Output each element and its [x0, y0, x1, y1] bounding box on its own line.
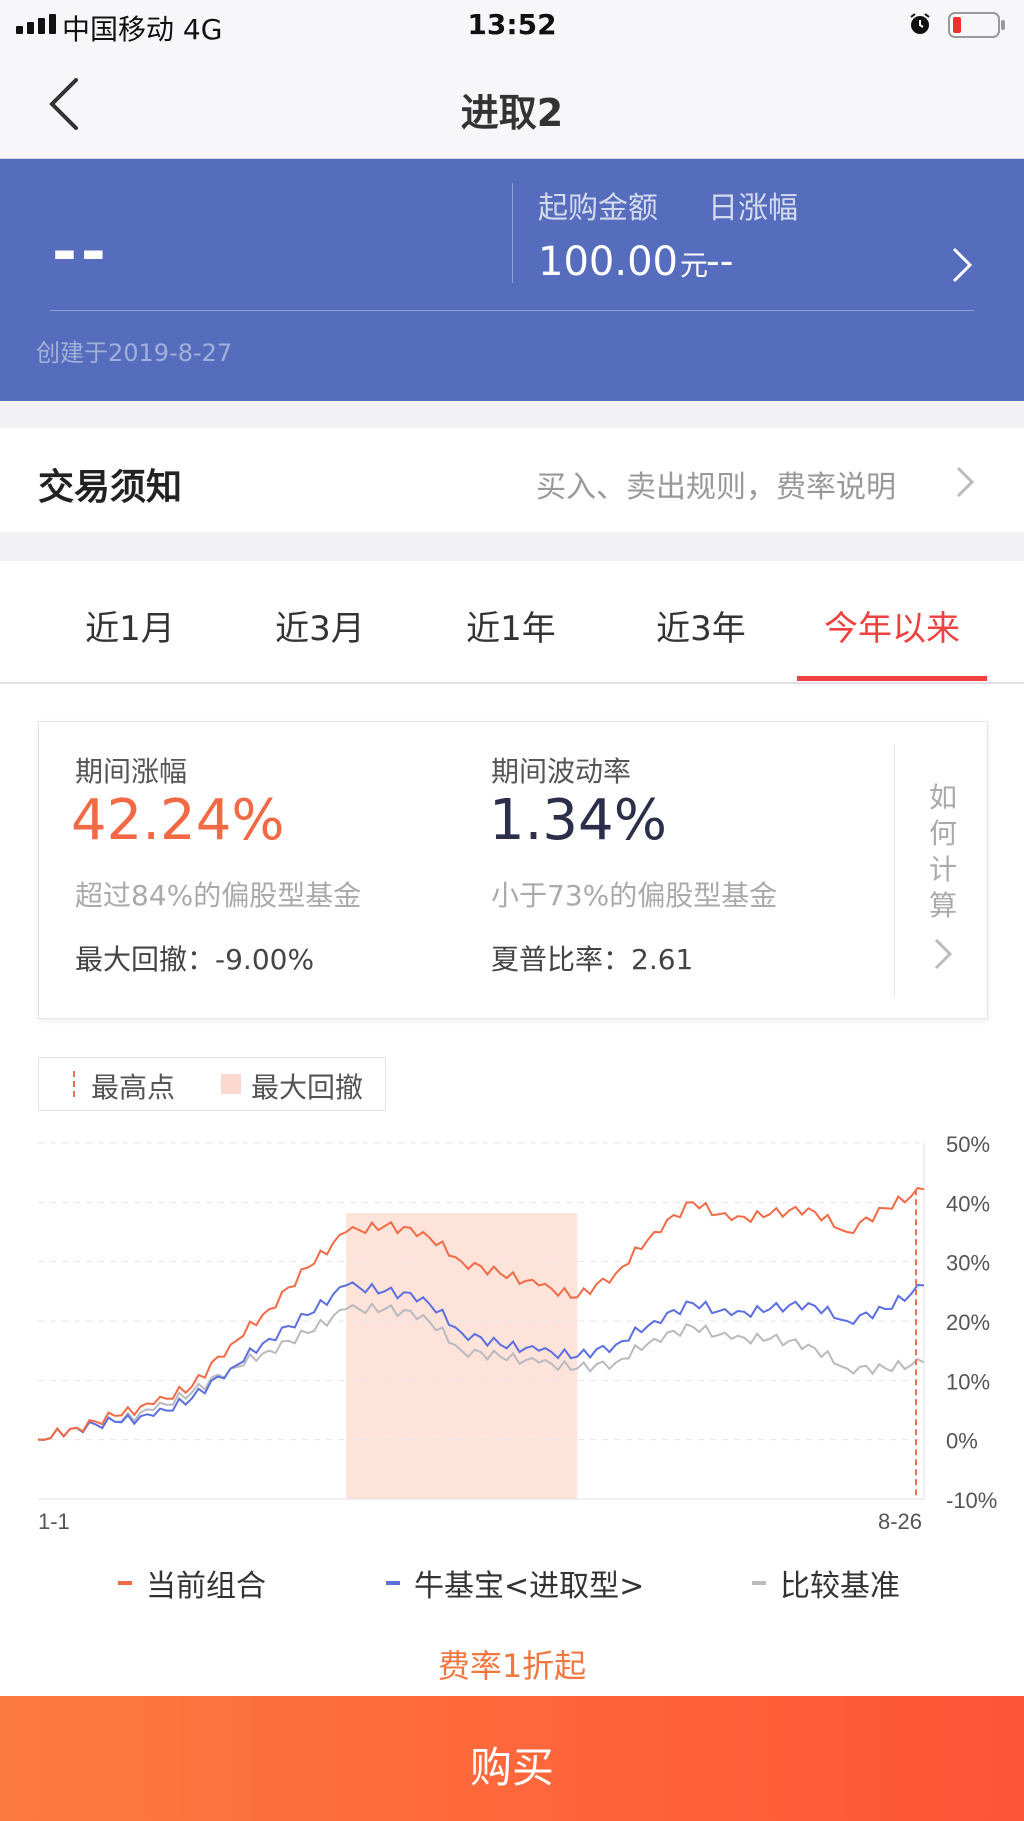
- period-change-value: 42.24%: [71, 788, 285, 853]
- battery-icon: [948, 12, 1005, 38]
- daily-change-label: 日涨幅: [708, 191, 798, 226]
- chevron-right-icon[interactable]: [950, 245, 974, 285]
- trade-notice-row[interactable]: 交易须知 买入、卖出规则，费率说明: [0, 428, 1024, 532]
- legend-item-fund: 牛基宝<进取型>: [386, 1561, 644, 1605]
- chevron-right-icon: [934, 938, 953, 970]
- drawdown-region: [346, 1213, 578, 1499]
- chevron-right-icon: [956, 466, 975, 498]
- volatility-label: 期间波动率: [491, 755, 632, 788]
- how-to-calculate-link[interactable]: 如 何 计 算: [923, 780, 963, 924]
- fee-promo: 费率1折起: [437, 1647, 587, 1685]
- legend-label: 比较基准: [780, 1569, 900, 1604]
- tab-1-year[interactable]: 近1年: [416, 601, 606, 650]
- peak-marker-swatch: [73, 1071, 77, 1097]
- nav-bar: 进取2: [0, 52, 1024, 159]
- period-change-rank: 超过84%的偏股型基金: [75, 879, 362, 912]
- min-purchase-label: 起购金额: [538, 191, 658, 226]
- min-purchase-amount: 100.00元: [538, 239, 708, 285]
- divider: [50, 310, 974, 311]
- legend-swatch: [118, 1581, 132, 1585]
- y-tick-label: 40%: [946, 1191, 990, 1216]
- legend-item-benchmark: 比较基准: [752, 1561, 900, 1605]
- volatility-rank: 小于73%的偏股型基金: [491, 879, 778, 912]
- how-char: 何: [928, 817, 957, 850]
- y-tick-label: 50%: [946, 1132, 990, 1157]
- tab-3-months[interactable]: 近3月: [225, 601, 415, 650]
- divider: [0, 682, 1024, 684]
- trade-rules-link[interactable]: 买入、卖出规则，费率说明: [536, 462, 896, 506]
- x-tick-label: 1-1: [38, 1509, 70, 1534]
- y-tick-label: 30%: [946, 1251, 990, 1276]
- tab-ytd[interactable]: 今年以来: [797, 601, 987, 650]
- how-char: 计: [928, 853, 957, 886]
- how-char: 如: [928, 781, 957, 814]
- max-drawdown: 最大回撤：-9.00%: [75, 943, 315, 976]
- divider: [512, 183, 513, 283]
- tab-1-month[interactable]: 近1月: [35, 601, 225, 650]
- legend-label: 牛基宝<进取型>: [414, 1569, 645, 1604]
- y-tick-label: 10%: [946, 1369, 990, 1394]
- legend-item-portfolio: 当前组合: [118, 1561, 266, 1605]
- performance-chart: 50% 40% 30% 20% 10% 0% -10% 1-1 8-26: [37, 1132, 997, 1534]
- drawdown-swatch: [221, 1074, 241, 1094]
- y-tick-label: 20%: [946, 1310, 990, 1335]
- nav-value: --: [52, 217, 110, 287]
- sharpe-ratio: 夏普比率：2.61: [491, 943, 694, 976]
- marker-legend: 最高点 最大回撤: [38, 1057, 386, 1111]
- stats-card: 期间涨幅 42.24% 超过84%的偏股型基金 最大回撤：-9.00% 期间波动…: [38, 721, 988, 1019]
- peak-label: 最高点: [91, 1071, 176, 1104]
- period-change-label: 期间涨幅: [75, 755, 188, 788]
- fund-header: -- 起购金额 日涨幅 100.00元 -- 创建于2019-8-27: [0, 159, 1024, 401]
- buy-button-label: 购买: [469, 1743, 554, 1792]
- legend-label: 当前组合: [146, 1569, 266, 1604]
- how-char: 算: [928, 889, 957, 922]
- trade-notice-title: 交易须知: [38, 467, 183, 508]
- status-bar: 中国移动 4G 13:52: [0, 0, 1024, 52]
- clock: 13:52: [467, 8, 557, 41]
- y-tick-label: 0%: [946, 1429, 978, 1454]
- alarm-icon: [910, 13, 930, 34]
- tab-3-years[interactable]: 近3年: [606, 601, 796, 650]
- divider: [894, 744, 895, 996]
- x-tick-label: 8-26: [878, 1509, 922, 1534]
- daily-change-value: --: [706, 239, 734, 283]
- amount-value: 100.00: [538, 239, 678, 285]
- legend-swatch: [386, 1581, 400, 1585]
- page-title: 进取2: [460, 91, 564, 135]
- buy-button[interactable]: 购买: [0, 1696, 1024, 1821]
- drawdown-label: 最大回撤: [251, 1071, 364, 1104]
- amount-unit: 元: [679, 249, 708, 282]
- active-tab-indicator: [797, 676, 987, 681]
- y-tick-label: -10%: [946, 1488, 997, 1513]
- created-date: 创建于2019-8-27: [36, 339, 233, 367]
- performance-panel: 近1月 近3月 近1年 近3年 今年以来 期间涨幅 42.24% 超过84%的偏…: [0, 561, 1024, 1696]
- legend-swatch: [752, 1581, 766, 1585]
- volatility-value: 1.34%: [489, 788, 667, 853]
